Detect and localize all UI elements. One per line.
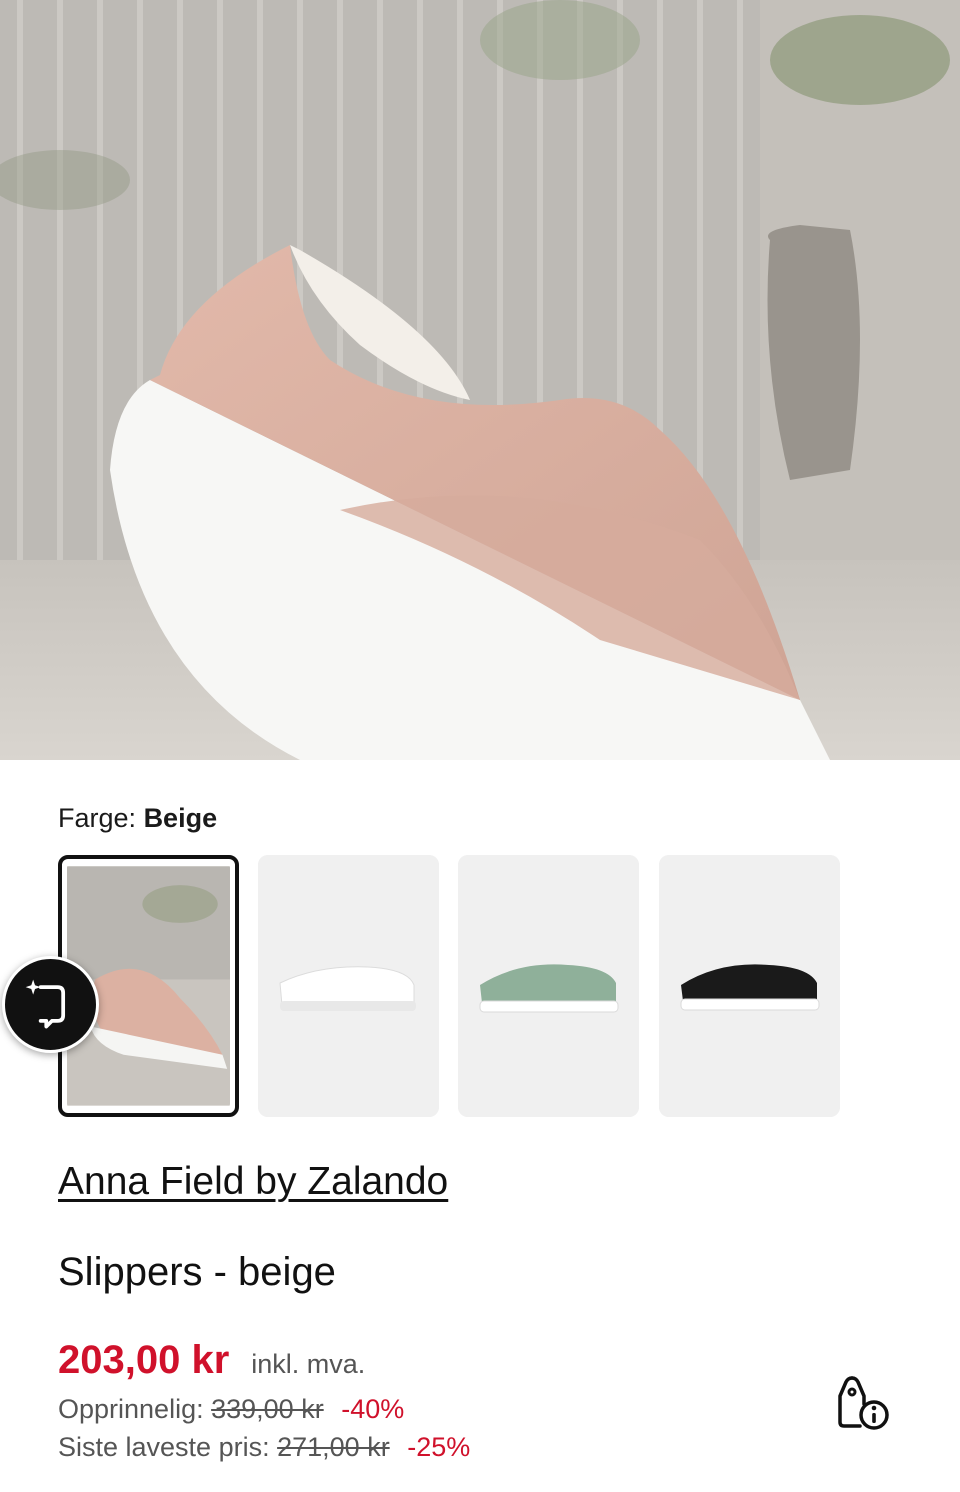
- pink-slip-on-sneaker-photo: [0, 0, 960, 760]
- lowest-price-value: 271,00 kr: [277, 1432, 390, 1462]
- selected-color-name: Beige: [143, 803, 218, 833]
- color-option-green[interactable]: [458, 855, 639, 1117]
- lowest-discount: -25%: [407, 1432, 471, 1462]
- product-hero-image[interactable]: [0, 0, 960, 760]
- price-info-button[interactable]: [832, 1372, 894, 1434]
- color-option-black[interactable]: [659, 855, 840, 1117]
- color-swatch-list: [58, 855, 858, 1117]
- price-row: 203,00 kr inkl. mva.: [58, 1338, 365, 1383]
- original-price-label: Opprinnelig:: [58, 1394, 204, 1424]
- original-price-value: 339,00 kr: [211, 1394, 324, 1424]
- current-price: 203,00 kr: [58, 1338, 230, 1382]
- sparkle-crop-icon: [25, 979, 66, 1029]
- price-tag-info-icon: [838, 1376, 889, 1430]
- product-title: Slippers - beige: [58, 1250, 336, 1294]
- brand-link[interactable]: Anna Field by Zalando: [58, 1160, 448, 1204]
- lowest-price-line: Siste laveste pris: 271,00 kr -25%: [58, 1432, 470, 1463]
- vat-note: inkl. mva.: [251, 1349, 366, 1379]
- color-option-white[interactable]: [258, 855, 439, 1117]
- lowest-price-label: Siste laveste pris:: [58, 1432, 270, 1462]
- white-shoe-thumbnail: [258, 855, 439, 1117]
- ai-crop-search-button[interactable]: [2, 956, 99, 1053]
- original-price-line: Opprinnelig: 339,00 kr -40%: [58, 1394, 404, 1425]
- color-label: Farge: Beige: [58, 803, 217, 834]
- original-discount: -40%: [341, 1394, 405, 1424]
- green-shoe-thumbnail: [458, 855, 639, 1117]
- color-label-text: Farge:: [58, 803, 137, 833]
- black-shoe-thumbnail: [659, 855, 840, 1117]
